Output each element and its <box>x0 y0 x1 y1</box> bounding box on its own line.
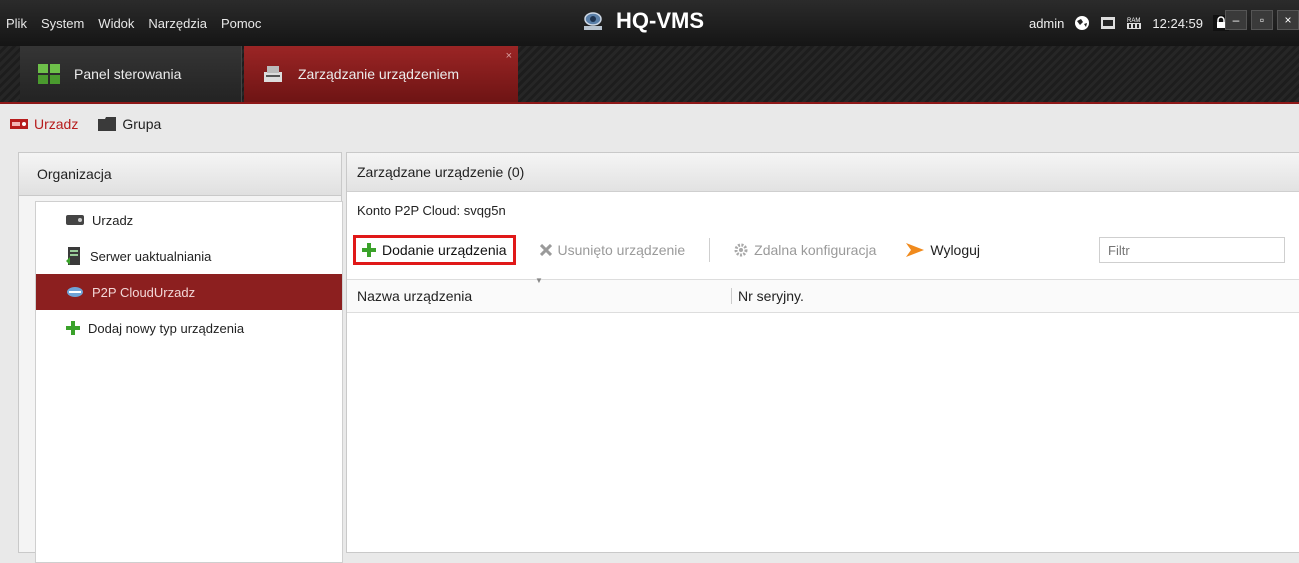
device-management-icon <box>264 66 282 82</box>
menu-file[interactable]: Plik <box>6 16 27 31</box>
app-title-group: HQ-VMS <box>580 8 704 34</box>
p2p-account-label: Konto P2P Cloud: <box>357 203 461 218</box>
list-item-device[interactable]: Urzadz <box>36 202 342 238</box>
menu-view[interactable]: Widok <box>98 16 134 31</box>
p2p-account: Konto P2P Cloud: svqg5n <box>357 203 506 218</box>
tab-control-panel-label: Panel sterowania <box>74 66 182 82</box>
managed-devices-header: Zarządzane urządzenie (0) <box>347 153 1299 192</box>
subtab-device-label: Urzadz <box>34 116 79 132</box>
menu-bar: Plik System Widok Narzędzia Pomoc <box>6 0 261 46</box>
add-device-label: Dodanie urządzenia <box>382 242 507 258</box>
folder-icon <box>98 117 117 131</box>
delete-device-button[interactable]: Usunięto urządzenie <box>534 235 692 265</box>
logout-arrow-icon <box>906 243 925 257</box>
gear-icon <box>734 243 748 257</box>
globe-icon[interactable] <box>1074 15 1090 31</box>
column-serial-number-label: Nr seryjny. <box>738 288 804 304</box>
list-item-label: Urzadz <box>92 212 134 228</box>
logout-label: Wyloguj <box>930 242 981 258</box>
clock: 12:24:59 <box>1152 15 1203 31</box>
list-item-label: Dodaj nowy typ urządzenia <box>88 320 245 336</box>
tab-control-panel[interactable]: Panel sterowania <box>20 46 242 102</box>
tab-device-management[interactable]: Zarządzanie urządzeniem × <box>244 46 518 102</box>
delete-x-icon <box>539 244 552 256</box>
subtab-group-label: Grupa <box>122 116 162 132</box>
status-area: admin RAM 12:24:59 <box>1029 0 1229 46</box>
list-item-p2p-cloud-device[interactable]: P2P CloudUrzadz <box>36 274 342 310</box>
app-title: HQ-VMS <box>616 8 704 33</box>
organization-panel: Organizacja Urzadz Serwer uaktualniania … <box>18 152 343 563</box>
subtab-group[interactable]: Grupa <box>88 104 171 144</box>
managed-devices-panel: Zarządzane urządzenie (0) Konto P2P Clou… <box>346 152 1299 553</box>
remote-config-label: Zdalna konfiguracja <box>754 242 877 258</box>
list-item-label: P2P CloudUrzadz <box>92 284 196 300</box>
menu-tools[interactable]: Narzędzia <box>148 16 207 31</box>
p2p-account-value: svqg5n <box>463 203 506 218</box>
title-bar: Plik System Widok Narzędzia Pomoc HQ-VMS… <box>0 0 1299 46</box>
list-item-add-device-type[interactable]: Dodaj nowy typ urządzenia <box>36 310 342 346</box>
ram-icon: RAM <box>1127 18 1142 29</box>
list-item-label: Serwer uaktualniania <box>90 248 212 264</box>
maximize-button[interactable]: ▫ <box>1251 10 1273 30</box>
subtab-device[interactable]: Urzadz <box>0 104 88 144</box>
cloud-device-icon <box>67 287 83 297</box>
tab-device-management-label: Zarządzanie urządzeniem <box>298 66 460 82</box>
logout-button[interactable]: Wyloguj <box>900 235 986 265</box>
close-button[interactable]: × <box>1277 10 1299 30</box>
cpu-icon <box>1101 17 1116 29</box>
column-device-name-label: Nazwa urządzenia <box>357 288 473 304</box>
menu-help[interactable]: Pomoc <box>221 16 261 31</box>
toolbar-separator <box>709 238 711 262</box>
server-icon <box>66 247 80 265</box>
menu-system[interactable]: System <box>41 16 84 31</box>
plus-icon <box>362 243 376 257</box>
device-type-list: Urzadz Serwer uaktualniania P2P CloudUrz… <box>35 201 343 563</box>
delete-device-label: Usunięto urządzenie <box>557 242 686 258</box>
window-controls: – ▫ × <box>1225 10 1299 30</box>
remote-config-button[interactable]: Zdalna konfiguracja <box>728 235 882 265</box>
device-table-header: ▼ Nazwa urządzenia Nr seryjny. <box>347 276 1299 313</box>
sub-tab-bar: Urzadz Grupa <box>0 104 1299 144</box>
camera-logo-icon <box>584 12 602 30</box>
device-icon <box>66 215 84 225</box>
column-serial-number[interactable]: Nr seryjny. <box>731 288 804 304</box>
module-tab-bar: Panel sterowania Zarządzanie urządzeniem… <box>0 46 1299 104</box>
device-icon <box>10 119 28 129</box>
column-device-name[interactable]: ▼ Nazwa urządzenia <box>347 276 731 304</box>
add-device-button[interactable]: Dodanie urządzenia <box>353 235 516 265</box>
minimize-button[interactable]: – <box>1225 10 1247 30</box>
tab-close-icon[interactable]: × <box>506 50 512 62</box>
control-panel-icon <box>38 64 60 84</box>
organization-header: Organizacja <box>19 153 341 196</box>
plus-icon <box>66 321 80 335</box>
list-item-upgrade-server[interactable]: Serwer uaktualniania <box>36 238 342 274</box>
filter-input[interactable] <box>1099 237 1285 263</box>
device-toolbar: Dodanie urządzenia Usunięto urządzenie Z… <box>353 233 986 267</box>
sort-arrow-icon: ▼ <box>535 276 543 285</box>
user-name[interactable]: admin <box>1029 16 1064 31</box>
